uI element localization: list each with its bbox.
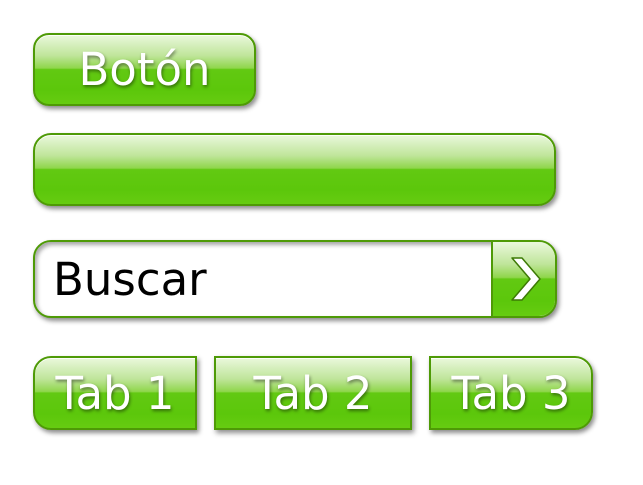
- search-box: [33, 240, 557, 318]
- tab-1-label: Tab 1: [55, 366, 175, 420]
- search-input[interactable]: [35, 242, 495, 316]
- boton-button-label: Botón: [78, 43, 211, 96]
- tab-2[interactable]: Tab 2: [214, 356, 412, 430]
- glossy-bar-button[interactable]: [33, 133, 556, 206]
- tab-1[interactable]: Tab 1: [33, 356, 197, 430]
- search-go-button[interactable]: [491, 242, 555, 316]
- tab-2-label: Tab 2: [253, 366, 373, 420]
- tab-3-label: Tab 3: [451, 366, 571, 420]
- chevron-right-icon: [511, 257, 541, 301]
- tab-3[interactable]: Tab 3: [429, 356, 593, 430]
- boton-button[interactable]: Botón: [33, 33, 256, 106]
